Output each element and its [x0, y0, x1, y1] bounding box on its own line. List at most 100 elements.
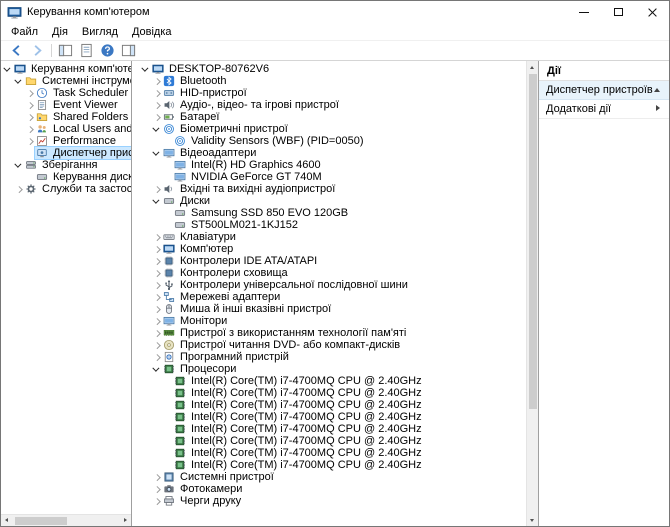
- expand-chevron-icon[interactable]: [152, 484, 162, 494]
- tree-item[interactable]: NVIDIA GeForce GT 740M: [141, 171, 526, 183]
- tree-item[interactable]: Event Viewer: [3, 99, 131, 111]
- action-section[interactable]: Додаткові дії: [539, 100, 669, 119]
- tree-item[interactable]: Intel(R) Core(TM) i7-4700MQ CPU @ 2.40GH…: [141, 423, 526, 435]
- menu-item-action[interactable]: Дія: [45, 25, 75, 39]
- tree-item[interactable]: Intel(R) Core(TM) i7-4700MQ CPU @ 2.40GH…: [141, 375, 526, 387]
- tree-item[interactable]: Пристрої з використанням технології пам'…: [141, 327, 526, 339]
- show-console-tree-button[interactable]: [55, 42, 76, 60]
- expand-chevron-icon[interactable]: [152, 88, 162, 98]
- collapse-chevron-icon[interactable]: [14, 160, 24, 170]
- tree-item[interactable]: Local Users and Groups: [3, 123, 131, 135]
- expand-chevron-icon[interactable]: [152, 76, 162, 86]
- tree-item[interactable]: Черги друку: [141, 495, 526, 507]
- tree-item[interactable]: Intel(R) Core(TM) i7-4700MQ CPU @ 2.40GH…: [141, 435, 526, 447]
- tree-item[interactable]: HID-пристрої: [141, 87, 526, 99]
- tree-item[interactable]: Samsung SSD 850 EVO 120GB: [141, 207, 526, 219]
- tree-item[interactable]: Відеоадаптери: [141, 147, 526, 159]
- tree-item[interactable]: Intel(R) Core(TM) i7-4700MQ CPU @ 2.40GH…: [141, 447, 526, 459]
- tree-item[interactable]: Програмний пристрій: [141, 351, 526, 363]
- expand-chevron-icon[interactable]: [25, 136, 35, 146]
- tree-item[interactable]: Аудіо-, відео- та ігрові пристрої: [141, 99, 526, 111]
- tree-item[interactable]: Комп'ютер: [141, 243, 526, 255]
- tree-item[interactable]: ST500LM021-1KJ152: [141, 219, 526, 231]
- expand-chevron-icon[interactable]: [152, 280, 162, 290]
- tree-item[interactable]: Shared Folders: [3, 111, 131, 123]
- tree-item[interactable]: Пристрої читання DVD- або компакт-дисків: [141, 339, 526, 351]
- expand-chevron-icon[interactable]: [152, 112, 162, 122]
- expand-section-icon[interactable]: [654, 105, 662, 113]
- tree-item[interactable]: Intel(R) HD Graphics 4600: [141, 159, 526, 171]
- expand-chevron-icon[interactable]: [152, 292, 162, 302]
- expand-chevron-icon[interactable]: [152, 256, 162, 266]
- expand-chevron-icon[interactable]: [152, 100, 162, 110]
- tree-item[interactable]: Контролери універсальної послідовної шин…: [141, 279, 526, 291]
- expand-chevron-icon[interactable]: [152, 184, 162, 194]
- vertical-scrollbar-thumb[interactable]: [529, 74, 537, 409]
- menu-item-file[interactable]: Файл: [4, 25, 45, 39]
- tree-item[interactable]: Керування дисками: [3, 171, 131, 183]
- show-action-pane-button[interactable]: [118, 42, 139, 60]
- tree-item[interactable]: Системні пристрої: [141, 471, 526, 483]
- tree-item[interactable]: Validity Sensors (WBF) (PID=0050): [141, 135, 526, 147]
- help-button[interactable]: [97, 42, 118, 60]
- back-button[interactable]: [6, 42, 27, 60]
- menu-item-help[interactable]: Довідка: [125, 25, 179, 39]
- minimize-button[interactable]: [567, 1, 601, 23]
- expand-chevron-icon[interactable]: [152, 340, 162, 350]
- tree-item[interactable]: Системні інструменти: [3, 75, 131, 87]
- tree-item[interactable]: Диски: [141, 195, 526, 207]
- expand-chevron-icon[interactable]: [152, 244, 162, 254]
- scroll-down-arrow-icon[interactable]: [527, 514, 539, 526]
- collapse-chevron-icon[interactable]: [152, 196, 162, 206]
- expand-chevron-icon[interactable]: [152, 304, 162, 314]
- collapse-section-icon[interactable]: [654, 86, 662, 94]
- tree-item[interactable]: Intel(R) Core(TM) i7-4700MQ CPU @ 2.40GH…: [141, 387, 526, 399]
- tree-item[interactable]: Служби та застосунки: [3, 183, 131, 195]
- collapse-chevron-icon[interactable]: [3, 64, 13, 74]
- tree-item[interactable]: Вхідні та вихідні аудіопристрої: [141, 183, 526, 195]
- collapse-chevron-icon[interactable]: [152, 148, 162, 158]
- scroll-up-arrow-icon[interactable]: [527, 61, 539, 73]
- tree-item[interactable]: Батареї: [141, 111, 526, 123]
- expand-chevron-icon[interactable]: [152, 472, 162, 482]
- tree-item[interactable]: Контролери IDE ATA/ATAPI: [141, 255, 526, 267]
- tree-item[interactable]: DESKTOP-80762V6: [141, 63, 526, 75]
- scroll-right-arrow-icon[interactable]: [119, 515, 131, 527]
- tree-item[interactable]: Зберігання: [3, 159, 131, 171]
- title-bar[interactable]: Керування комп'ютером: [1, 1, 669, 23]
- expand-chevron-icon[interactable]: [152, 496, 162, 506]
- collapse-chevron-icon[interactable]: [152, 364, 162, 374]
- tree-item[interactable]: Миша й інші вказівні пристрої: [141, 303, 526, 315]
- close-button[interactable]: [635, 1, 669, 23]
- expand-chevron-icon[interactable]: [25, 124, 35, 134]
- menu-item-view[interactable]: Вигляд: [75, 25, 125, 39]
- tree-item[interactable]: Монітори: [141, 315, 526, 327]
- tree-item[interactable]: Керування комп'ютером (лок: [3, 63, 131, 75]
- tree-item[interactable]: Біометричні пристрої: [141, 123, 526, 135]
- expand-chevron-icon[interactable]: [152, 232, 162, 242]
- vertical-scrollbar[interactable]: [526, 61, 538, 526]
- action-section[interactable]: Диспетчер пристроїв: [539, 81, 669, 100]
- tree-item[interactable]: Performance: [3, 135, 131, 147]
- scroll-left-arrow-icon[interactable]: [1, 515, 13, 527]
- collapse-chevron-icon[interactable]: [152, 124, 162, 134]
- horizontal-scrollbar-thumb[interactable]: [15, 516, 67, 525]
- expand-chevron-icon[interactable]: [152, 328, 162, 338]
- expand-chevron-icon[interactable]: [25, 112, 35, 122]
- tree-item[interactable]: Bluetooth: [141, 75, 526, 87]
- properties-button[interactable]: [76, 42, 97, 60]
- tree-item[interactable]: Контролери сховища: [141, 267, 526, 279]
- expand-chevron-icon[interactable]: [152, 316, 162, 326]
- tree-item[interactable]: Task Scheduler: [3, 87, 131, 99]
- expand-chevron-icon[interactable]: [14, 184, 24, 194]
- tree-item[interactable]: Intel(R) Core(TM) i7-4700MQ CPU @ 2.40GH…: [141, 411, 526, 423]
- maximize-button[interactable]: [601, 1, 635, 23]
- forward-button[interactable]: [27, 42, 48, 60]
- collapse-chevron-icon[interactable]: [141, 64, 151, 74]
- tree-item[interactable]: Процесори: [141, 363, 526, 375]
- expand-chevron-icon[interactable]: [152, 352, 162, 362]
- horizontal-scrollbar[interactable]: [1, 514, 131, 526]
- tree-item[interactable]: Клавіатури: [141, 231, 526, 243]
- tree-item[interactable]: Intel(R) Core(TM) i7-4700MQ CPU @ 2.40GH…: [141, 459, 526, 471]
- expand-chevron-icon[interactable]: [25, 88, 35, 98]
